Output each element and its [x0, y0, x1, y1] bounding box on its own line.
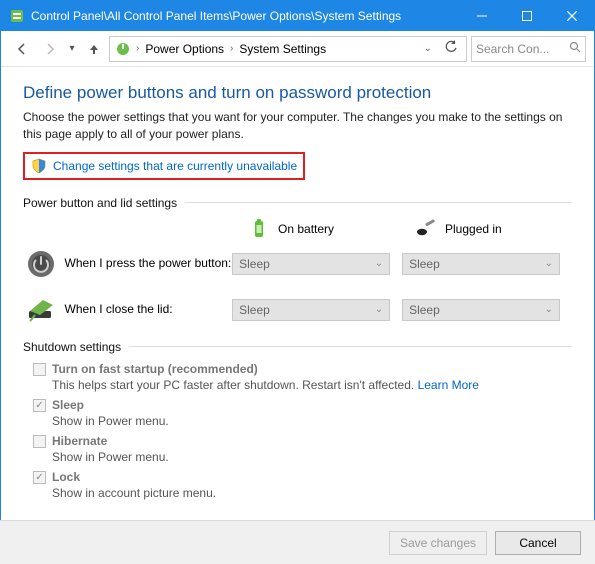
- checkbox-label: Lock: [52, 470, 80, 484]
- window-title: Control Panel\All Control Panel Items\Po…: [31, 9, 459, 23]
- group-shutdown: Shutdown settings Turn on fast startup (…: [23, 340, 572, 500]
- combo-value: Sleep: [409, 257, 440, 271]
- column-label-plugged: Plugged in: [445, 222, 502, 236]
- battery-icon: [248, 218, 270, 240]
- column-label-battery: On battery: [278, 222, 334, 236]
- divider: [185, 202, 572, 203]
- checkbox-description: Show in account picture menu.: [52, 486, 572, 500]
- chevron-down-icon: ⌄: [545, 258, 553, 269]
- checkbox-description: Show in Power menu.: [52, 450, 572, 464]
- navbar: ▾ › Power Options › System Settings ⌄ Se…: [1, 31, 594, 67]
- checkbox-hibernate[interactable]: Hibernate: [33, 434, 572, 448]
- checkbox-fast-startup[interactable]: Turn on fast startup (recommended): [33, 362, 572, 376]
- checkbox-icon: ✓: [33, 471, 46, 484]
- power-button-plugged-select[interactable]: Sleep ⌄: [402, 253, 560, 275]
- save-button[interactable]: Save changes: [389, 531, 487, 555]
- checkbox-label: Turn on fast startup (recommended): [52, 362, 258, 376]
- checkbox-label: Sleep: [52, 398, 84, 412]
- titlebar: Control Panel\All Control Panel Items\Po…: [1, 1, 594, 31]
- chevron-down-icon: ⌄: [375, 304, 383, 315]
- group-title: Power button and lid settings: [23, 196, 177, 210]
- combo-value: Sleep: [239, 303, 270, 317]
- page-description: Choose the power settings that you want …: [23, 109, 572, 144]
- lid-plugged-select[interactable]: Sleep ⌄: [402, 299, 560, 321]
- refresh-button[interactable]: [440, 40, 462, 57]
- breadcrumb-dropdown-icon[interactable]: ⌄: [424, 43, 432, 54]
- search-placeholder: Search Con...: [476, 42, 565, 56]
- power-options-icon: [114, 40, 132, 58]
- checkbox-icon: [33, 435, 46, 448]
- checkbox-description: Show in Power menu.: [52, 414, 572, 428]
- footer: Save changes Cancel: [0, 520, 595, 564]
- close-button[interactable]: [549, 1, 594, 31]
- power-button-battery-select[interactable]: Sleep ⌄: [232, 253, 390, 275]
- setting-label: When I close the lid:: [65, 302, 233, 318]
- shield-icon: [31, 158, 47, 174]
- chevron-right-icon: ›: [230, 43, 233, 54]
- cancel-button[interactable]: Cancel: [495, 531, 581, 555]
- breadcrumb-item[interactable]: Power Options: [143, 40, 226, 58]
- setting-label: When I press the power button:: [65, 256, 233, 272]
- change-settings-link[interactable]: Change settings that are currently unava…: [53, 159, 297, 173]
- learn-more-link[interactable]: Learn More: [418, 378, 479, 392]
- history-dropdown[interactable]: ▾: [65, 36, 79, 62]
- checkbox-description: This helps start your PC faster after sh…: [52, 378, 572, 392]
- row-close-lid: When I close the lid: Sleep ⌄ Sleep ⌄: [23, 294, 572, 326]
- back-button[interactable]: [9, 36, 35, 62]
- column-headers: On battery Plugged in: [23, 218, 572, 240]
- lid-battery-select[interactable]: Sleep ⌄: [232, 299, 390, 321]
- breadcrumb[interactable]: › Power Options › System Settings ⌄: [109, 36, 467, 62]
- checkbox-icon: [33, 363, 46, 376]
- up-button[interactable]: [81, 36, 107, 62]
- forward-button[interactable]: [37, 36, 63, 62]
- search-input[interactable]: Search Con...: [471, 36, 586, 62]
- page-title: Define power buttons and turn on passwor…: [23, 83, 572, 103]
- plug-icon: [415, 218, 437, 240]
- maximize-button[interactable]: [504, 1, 549, 31]
- row-power-button: When I press the power button: Sleep ⌄ Sl…: [23, 248, 572, 280]
- group-power-lid: Power button and lid settings On battery…: [23, 196, 572, 326]
- search-icon: [569, 41, 581, 56]
- divider: [129, 346, 572, 347]
- group-title: Shutdown settings: [23, 340, 121, 354]
- combo-value: Sleep: [409, 303, 440, 317]
- combo-value: Sleep: [239, 257, 270, 271]
- control-panel-icon: [9, 8, 25, 24]
- checkbox-label: Hibernate: [52, 434, 107, 448]
- minimize-button[interactable]: [459, 1, 504, 31]
- change-settings-callout: Change settings that are currently unava…: [23, 152, 305, 180]
- breadcrumb-item[interactable]: System Settings: [237, 40, 328, 58]
- chevron-down-icon: ⌄: [375, 258, 383, 269]
- content: Define power buttons and turn on passwor…: [1, 67, 594, 520]
- lid-icon: [25, 294, 57, 326]
- power-button-icon: [25, 248, 57, 280]
- checkbox-icon: ✓: [33, 399, 46, 412]
- checkbox-sleep[interactable]: ✓ Sleep: [33, 398, 572, 412]
- chevron-down-icon: ⌄: [545, 304, 553, 315]
- checkbox-lock[interactable]: ✓ Lock: [33, 470, 572, 484]
- chevron-right-icon: ›: [136, 43, 139, 54]
